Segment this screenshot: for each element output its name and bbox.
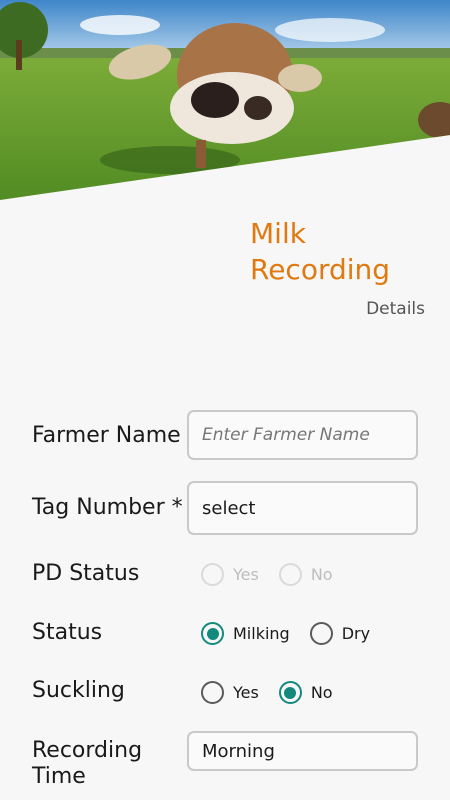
page-subtitle: Details (366, 299, 425, 319)
pd-status-no-radio[interactable]: No (278, 563, 333, 586)
cow-photo-icon (0, 0, 450, 200)
status-radio-group: Milking Dry (201, 622, 370, 645)
suckling-radio-group: Yes No (201, 681, 333, 704)
status-label: Status (32, 620, 103, 645)
recording-time-label: Recording Time (32, 738, 143, 789)
status-dry-radio[interactable]: Dry (309, 622, 370, 645)
suckling-yes-radio[interactable]: Yes (201, 681, 259, 704)
tag-number-select[interactable]: select (187, 481, 418, 535)
suckling-label: Suckling (32, 678, 125, 703)
radio-unchecked-icon (278, 563, 302, 586)
page-title: Milk Recording (250, 217, 391, 286)
farmer-name-field[interactable] (187, 410, 418, 460)
pd-status-radio-group: Yes No (201, 563, 333, 586)
radio-unchecked-icon (309, 622, 333, 645)
radio-checked-icon (201, 622, 224, 645)
farmer-name-input[interactable] (202, 425, 416, 445)
pd-status-label: PD Status (32, 561, 140, 586)
suckling-no-radio[interactable]: No (278, 681, 333, 704)
header-image (0, 0, 450, 200)
tag-number-value: select (202, 497, 256, 519)
radio-checked-icon (278, 681, 302, 704)
radio-unchecked-icon (201, 681, 224, 704)
tag-number-label: Tag Number * (32, 495, 183, 520)
pd-status-yes-radio[interactable]: Yes (201, 563, 259, 586)
radio-unchecked-icon (201, 563, 224, 586)
status-milking-radio[interactable]: Milking (201, 622, 290, 645)
recording-time-select[interactable]: Morning (187, 731, 418, 771)
recording-time-value: Morning (202, 740, 275, 762)
farmer-name-label: Farmer Name (32, 423, 181, 448)
